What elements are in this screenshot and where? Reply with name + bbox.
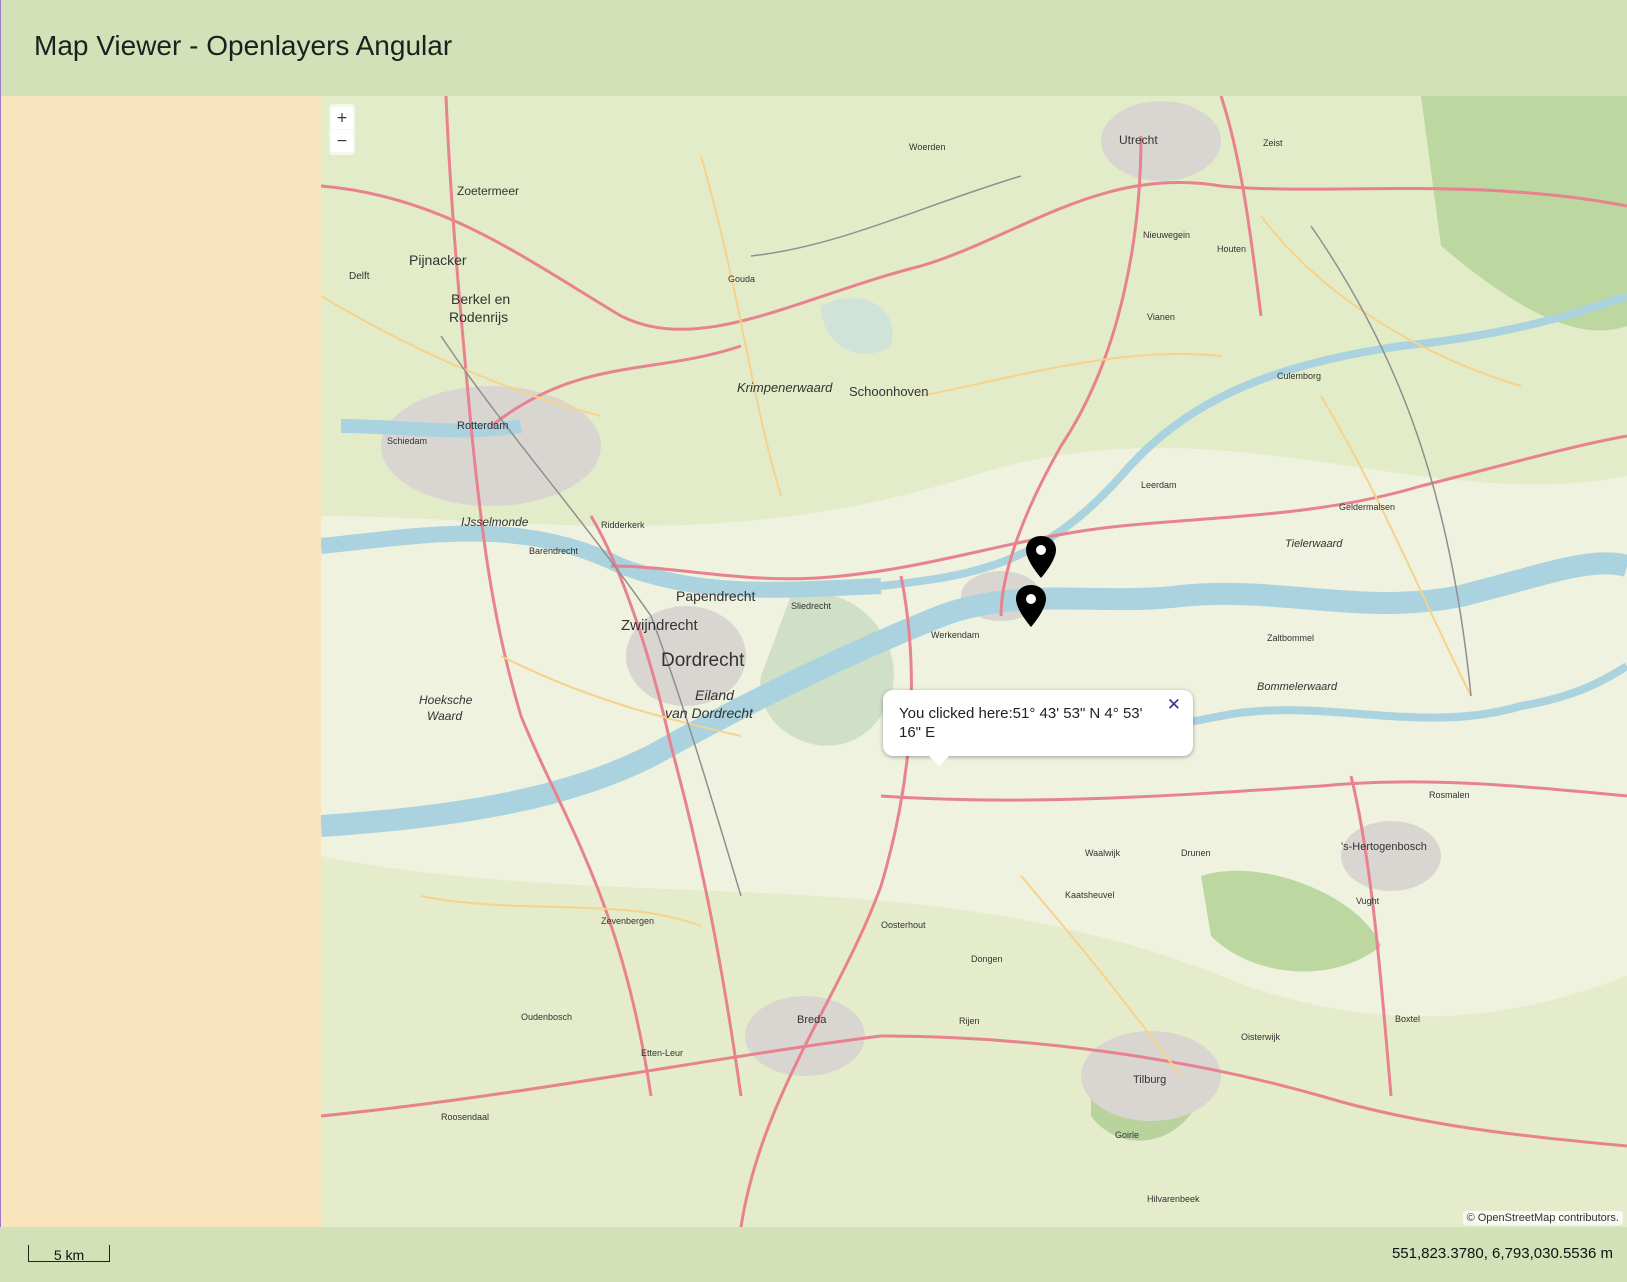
app-header: Map Viewer - Openlayers Angular (0, 0, 1627, 96)
mouse-position: 551,823.3780, 6,793,030.5536 m (1391, 1245, 1613, 1262)
label-leerdam: Leerdam (1141, 480, 1177, 490)
scale-line: 5 km (28, 1245, 110, 1263)
zoom-out-button[interactable]: − (331, 130, 353, 152)
label-tilburg: Tilburg (1133, 1074, 1166, 1086)
label-roosendaal: Roosendaal (441, 1112, 489, 1122)
label-papendrecht: Papendrecht (676, 588, 756, 604)
label-waalwijk: Waalwijk (1085, 848, 1121, 858)
label-zwijndrecht: Zwijndrecht (621, 617, 699, 634)
label-boxtel: Boxtel (1395, 1014, 1420, 1024)
label-utrecht: Utrecht (1119, 133, 1158, 147)
label-den-bosch: 's-Hertogenbosch (1341, 841, 1427, 853)
label-houten: Houten (1217, 244, 1246, 254)
label-vught: Vught (1356, 896, 1380, 906)
label-hilvarenbeek: Hilvarenbeek (1147, 1194, 1200, 1204)
label-culemborg: Culemborg (1277, 371, 1321, 381)
map-viewport[interactable]: Utrecht Zoetermeer Pijnacker Berkel en R… (321, 96, 1627, 1227)
label-zeist: Zeist (1263, 138, 1283, 148)
label-woerden: Woerden (909, 142, 945, 152)
label-dordrecht: Dordrecht (661, 650, 745, 671)
label-schiedam: Schiedam (387, 436, 427, 446)
label-goirle: Goirle (1115, 1130, 1139, 1140)
label-breda: Breda (797, 1014, 827, 1026)
app-title: Map Viewer - Openlayers Angular (34, 30, 453, 61)
label-zevenbergen: Zevenbergen (601, 916, 654, 926)
label-barendrecht: Barendrecht (529, 546, 579, 556)
label-pijnacker: Pijnacker (409, 252, 467, 268)
label-werkendam: Werkendam (931, 630, 979, 640)
label-tielerwaard: Tielerwaard (1285, 538, 1343, 550)
label-zoetermeer: Zoetermeer (457, 184, 519, 198)
label-waard: Waard (427, 709, 462, 723)
label-oisterwijk: Oisterwijk (1241, 1032, 1281, 1042)
label-van-dordrecht: van Dordrecht (665, 705, 754, 721)
map-popup: ✕ You clicked here:51° 43' 53" N 4° 53' … (883, 690, 1193, 766)
label-gouda: Gouda (728, 274, 755, 284)
label-drunen: Drunen (1181, 848, 1211, 858)
zoom-control: + − (329, 104, 355, 155)
label-sliedrecht: Sliedrecht (791, 601, 832, 611)
label-rotterdam: Rotterdam (457, 420, 508, 432)
label-hoeksche: Hoeksche (419, 693, 473, 707)
label-rodenrijs: Rodenrijs (449, 309, 508, 325)
map-tiles[interactable]: Utrecht Zoetermeer Pijnacker Berkel en R… (321, 96, 1627, 1227)
label-delft: Delft (349, 271, 370, 282)
footer-bar: 5 km 551,823.3780, 6,793,030.5536 m (0, 1227, 1627, 1282)
label-dongen: Dongen (971, 954, 1003, 964)
close-icon[interactable]: ✕ (1167, 696, 1181, 715)
zoom-in-button[interactable]: + (331, 107, 353, 129)
label-oudenbosch: Oudenbosch (521, 1012, 572, 1022)
label-krimpenerwaard: Krimpenerwaard (737, 380, 833, 395)
label-rijen: Rijen (959, 1016, 980, 1026)
label-oosterhout: Oosterhout (881, 920, 926, 930)
label-zaltbommel: Zaltbommel (1267, 633, 1314, 643)
label-bommelerwaard: Bommelerwaard (1257, 681, 1338, 693)
sidebar-panel (0, 96, 321, 1227)
label-etten-leur: Etten-Leur (641, 1048, 683, 1058)
label-ridderkerk: Ridderkerk (601, 520, 645, 530)
label-vianen: Vianen (1147, 312, 1175, 322)
label-rosmalen: Rosmalen (1429, 790, 1470, 800)
label-schoonhoven: Schoonhoven (849, 384, 929, 399)
label-geldermalsen: Geldermalsen (1339, 502, 1395, 512)
popup-content: You clicked here:51° 43' 53" N 4° 53' 16… (899, 705, 1143, 741)
label-ijsselmonde: IJsselmonde (461, 515, 529, 529)
label-nieuwegein: Nieuwegein (1143, 230, 1190, 240)
label-berkel: Berkel en (451, 291, 510, 307)
map-pin-icon[interactable] (1024, 534, 1058, 580)
map-attribution: © OpenStreetMap contributors. (1462, 1211, 1623, 1225)
map-pin-icon[interactable] (1014, 583, 1048, 629)
label-eiland: Eiland (695, 687, 735, 703)
label-kaatsheuvel: Kaatsheuvel (1065, 890, 1115, 900)
